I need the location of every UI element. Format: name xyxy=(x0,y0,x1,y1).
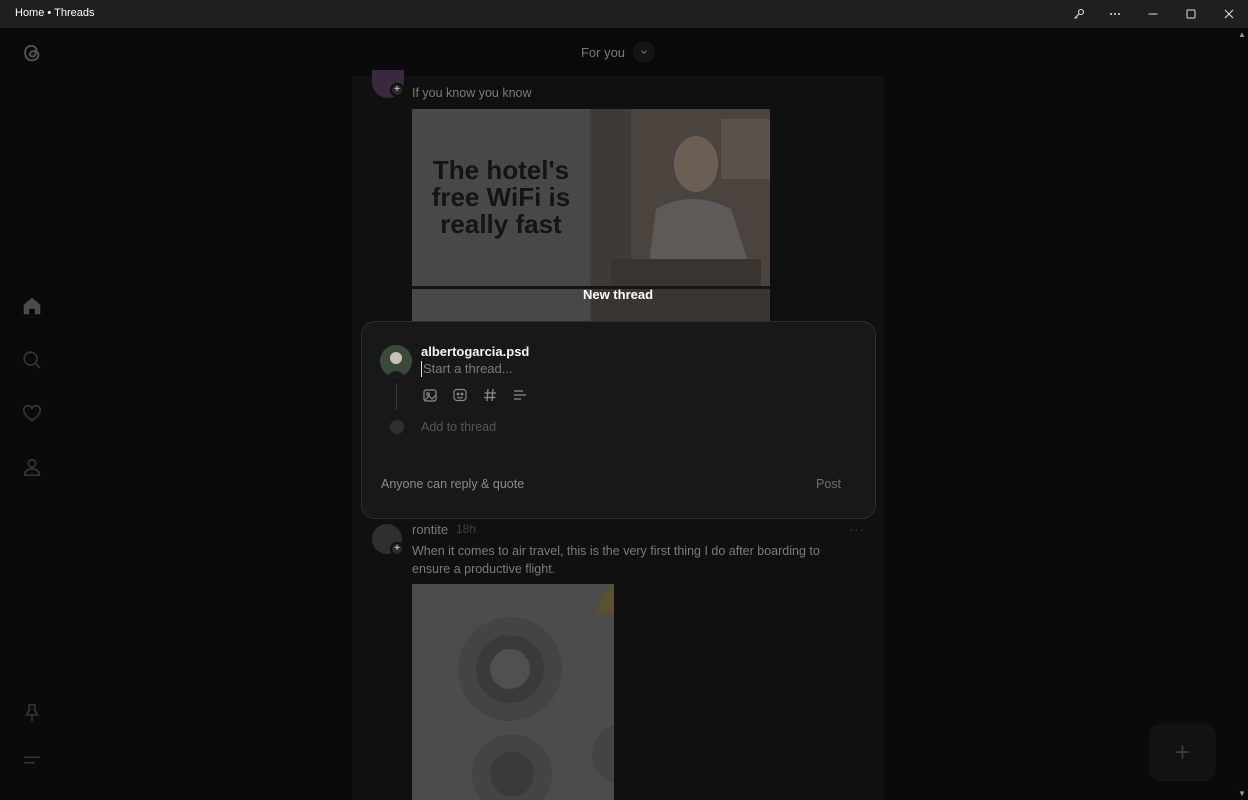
new-thread-heading: New thread xyxy=(582,287,654,302)
close-icon[interactable] xyxy=(1210,0,1248,28)
post-text: When it comes to air travel, this is the… xyxy=(412,544,820,576)
image-icon[interactable] xyxy=(421,386,439,404)
threads-logo-icon[interactable] xyxy=(19,40,45,66)
maximize-icon[interactable] xyxy=(1172,0,1210,28)
thread-connector-line xyxy=(396,384,397,410)
post-button[interactable]: Post xyxy=(816,477,841,491)
plus-icon: + xyxy=(1174,737,1191,767)
composer-toolbar xyxy=(421,386,529,404)
heart-icon[interactable] xyxy=(19,400,45,426)
scrollbar[interactable]: ▲ ▼ xyxy=(1236,28,1248,800)
chevron-down-icon[interactable] xyxy=(633,41,656,63)
meme-photo xyxy=(591,109,770,286)
scroll-down-icon[interactable]: ▼ xyxy=(1238,790,1246,798)
title-bar: Home • Threads xyxy=(0,0,1248,28)
post-author[interactable]: rontite xyxy=(412,522,448,537)
meme-caption-panel: The hotel's free WiFi is really fast xyxy=(412,109,590,286)
add-to-thread[interactable]: Add to thread xyxy=(421,420,496,434)
new-thread-dialog: albertogarcia.psd Start a thread... Add … xyxy=(361,321,876,519)
more-options-icon[interactable]: ··· xyxy=(849,522,865,537)
avatar xyxy=(390,420,404,434)
menu-icon[interactable] xyxy=(19,747,45,773)
ellipsis-icon[interactable] xyxy=(1096,0,1134,28)
post-image[interactable] xyxy=(412,584,614,800)
follow-plus-icon[interactable]: + xyxy=(390,83,404,97)
poll-icon[interactable] xyxy=(511,386,529,404)
meme-caption: The hotel's free WiFi is really fast xyxy=(431,155,571,239)
user-icon[interactable] xyxy=(19,454,45,480)
post-time: 18h xyxy=(456,522,477,536)
post-text: If you know you know xyxy=(412,86,532,100)
composer-username: albertogarcia.psd xyxy=(421,344,530,359)
feed-header[interactable]: For you xyxy=(352,28,884,76)
search-icon[interactable] xyxy=(19,347,45,373)
new-thread-button[interactable]: + xyxy=(1149,724,1216,781)
follow-plus-icon[interactable]: + xyxy=(390,542,404,556)
hashtag-icon[interactable] xyxy=(481,386,499,404)
feed-selector-label[interactable]: For you xyxy=(581,45,625,60)
minimize-icon[interactable] xyxy=(1134,0,1172,28)
thread-text-input[interactable]: Start a thread... xyxy=(421,361,821,377)
reply-permission[interactable]: Anyone can reply & quote xyxy=(381,477,524,491)
gif-icon[interactable] xyxy=(451,386,469,404)
window-title: Home • Threads xyxy=(15,7,95,19)
scroll-up-icon[interactable]: ▲ xyxy=(1238,31,1246,39)
home-icon[interactable] xyxy=(19,293,45,319)
pin-icon[interactable] xyxy=(19,700,45,726)
key-icon[interactable] xyxy=(1060,0,1098,28)
threads-app: Home • Threads For you + If you know you… xyxy=(0,0,1248,800)
sidebar xyxy=(0,28,64,800)
avatar xyxy=(380,345,412,377)
